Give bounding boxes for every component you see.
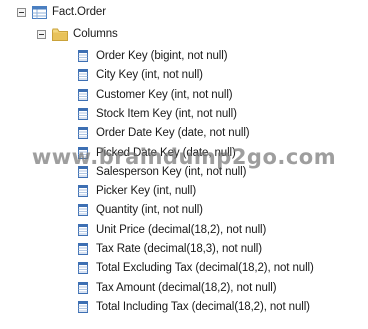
column-label: Tax Rate (decimal(18,3), not null) bbox=[96, 243, 262, 255]
table-icon bbox=[32, 5, 47, 19]
column-item[interactable]: Picker Key (int, null) bbox=[78, 181, 196, 201]
column-icon bbox=[78, 165, 88, 178]
column-label: Tax Amount (decimal(18,2), not null) bbox=[96, 281, 277, 294]
column-item[interactable]: City Key (int, not null) bbox=[78, 65, 203, 85]
column-icon bbox=[78, 127, 88, 140]
column-item[interactable]: Unit Price (decimal(18,2), not null) bbox=[78, 220, 266, 240]
column-icon bbox=[78, 107, 88, 120]
column-icon bbox=[78, 281, 88, 294]
column-label: Order Key (bigint, not null) bbox=[96, 50, 228, 62]
column-icon bbox=[78, 262, 88, 275]
column-label: Order Date Key (date, not null) bbox=[96, 127, 250, 140]
collapse-columns-toggle[interactable] bbox=[37, 29, 46, 39]
column-icon bbox=[78, 88, 88, 101]
column-item[interactable]: Tax Amount (decimal(18,2), not null) bbox=[78, 278, 277, 298]
column-item[interactable]: Picked Date Key (date, null) bbox=[78, 143, 236, 163]
column-label: Total Including Tax (decimal(18,2), not … bbox=[96, 300, 310, 313]
column-label: Customer Key (int, not null) bbox=[96, 88, 233, 101]
column-icon bbox=[78, 243, 88, 255]
column-label: Quantity (int, not null) bbox=[96, 204, 203, 217]
column-icon bbox=[78, 223, 88, 236]
column-item[interactable]: Order Date Key (date, not null) bbox=[78, 123, 250, 143]
collapse-table-toggle[interactable] bbox=[17, 7, 26, 17]
column-icon bbox=[78, 300, 88, 313]
column-icon bbox=[78, 50, 88, 62]
column-label: Total Excluding Tax (decimal(18,2), not … bbox=[96, 262, 314, 275]
column-icon bbox=[78, 146, 88, 159]
column-icon bbox=[78, 204, 88, 217]
columns-folder-label: Columns bbox=[73, 28, 118, 40]
column-item[interactable]: Total Including Tax (decimal(18,2), not … bbox=[78, 297, 310, 317]
column-item[interactable]: Total Excluding Tax (decimal(18,2), not … bbox=[78, 258, 314, 278]
column-label: Salesperson Key (int, not null) bbox=[96, 165, 247, 178]
column-item[interactable]: Quantity (int, not null) bbox=[78, 200, 203, 220]
folder-icon bbox=[52, 28, 68, 41]
column-item[interactable]: Order Key (bigint, not null) bbox=[78, 46, 228, 66]
tree-node-table[interactable]: Fact.Order bbox=[17, 2, 106, 22]
column-label: Picked Date Key (date, null) bbox=[96, 146, 236, 159]
tree-node-columns-folder[interactable]: Columns bbox=[37, 24, 118, 44]
column-item[interactable]: Stock Item Key (int, not null) bbox=[78, 104, 237, 124]
column-label: Picker Key (int, null) bbox=[96, 185, 197, 198]
column-item[interactable]: Salesperson Key (int, not null) bbox=[78, 162, 246, 182]
column-icon bbox=[78, 69, 88, 82]
object-explorer-tree: Fact.Order Columns Order Key (bigint, no… bbox=[0, 0, 368, 329]
column-label: Unit Price (decimal(18,2), not null) bbox=[96, 223, 267, 236]
column-label: Stock Item Key (int, not null) bbox=[96, 107, 237, 120]
table-name-label: Fact.Order bbox=[52, 6, 106, 18]
column-icon bbox=[78, 185, 88, 198]
column-item[interactable]: Customer Key (int, not null) bbox=[78, 85, 233, 105]
column-item[interactable]: Tax Rate (decimal(18,3), not null) bbox=[78, 239, 262, 259]
column-label: City Key (int, not null) bbox=[96, 69, 203, 82]
